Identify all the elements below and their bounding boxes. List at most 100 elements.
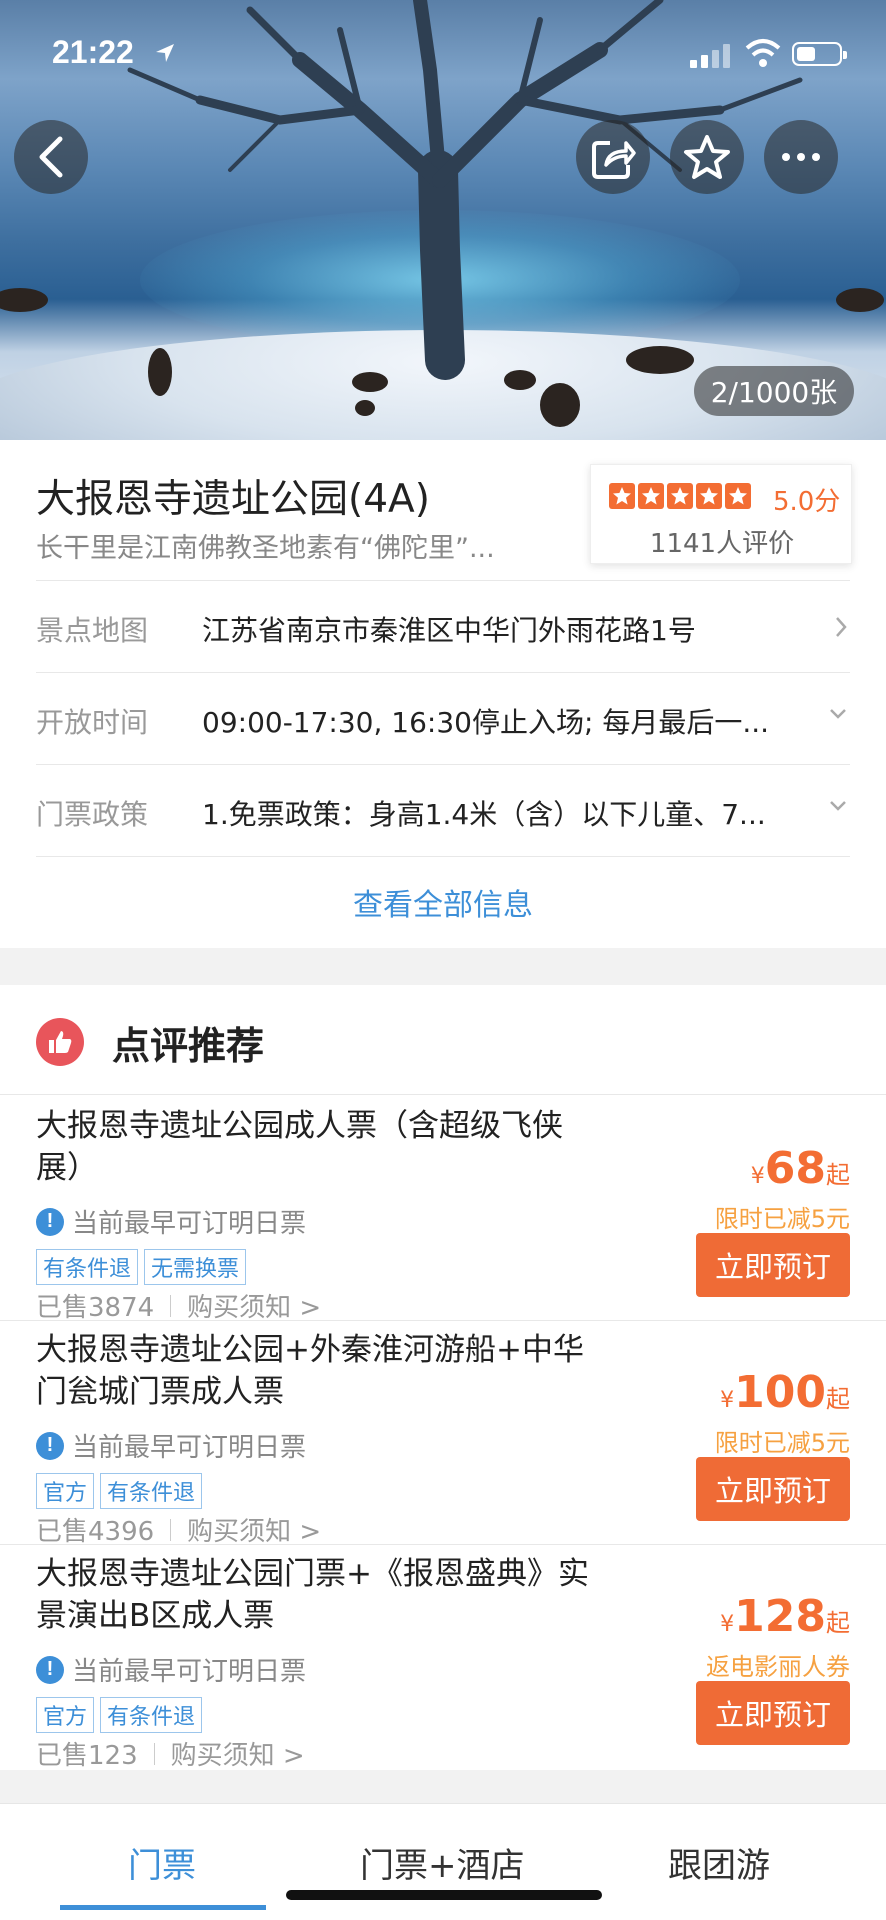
purchase-notice-link[interactable]: 购买须知 >	[187, 1511, 321, 1548]
price-value: 128	[734, 1591, 826, 1642]
star-icon	[638, 483, 664, 509]
detail-value: 1.免票政策：身高1.4米（含）以下儿童、7...	[202, 798, 766, 831]
availability-text: 当前最早可订明日票	[72, 1657, 307, 1687]
currency-symbol: ¥	[720, 1612, 735, 1637]
status-bar: 21:22	[0, 0, 886, 100]
price-suffix: 起	[826, 1161, 850, 1189]
availability: ! 当前最早可订明日票	[36, 1651, 306, 1688]
info-icon: !	[36, 1655, 64, 1684]
sold-info: 已售123 购买须知 >	[36, 1735, 305, 1772]
info-icon: !	[36, 1207, 64, 1236]
chevron-right-icon	[836, 617, 847, 637]
detail-label: 景点地图	[36, 614, 149, 647]
clock: 21:22	[52, 34, 134, 70]
detail-value: 江苏省南京市秦淮区中华门外雨花路1号	[202, 614, 696, 647]
share-button[interactable]	[576, 120, 650, 194]
detail-label: 开放时间	[36, 706, 149, 739]
detail-label: 门票政策	[36, 798, 149, 831]
hero-photo[interactable]: 21:22 2/1000张	[0, 0, 886, 440]
purchase-notice-link[interactable]: 购买须知 >	[187, 1287, 321, 1324]
star-icon	[696, 483, 722, 509]
wifi-icon	[745, 39, 781, 67]
rating-count: 1141人评价	[649, 529, 795, 559]
tab-ticket-hotel[interactable]: 门票+酒店	[360, 1838, 525, 1887]
page: 21:22 2/1000张 大报恩寺遗址公园(4A) 长干里是江南佛教圣地素有“…	[0, 0, 886, 1920]
ticket-tags: 有条件退 无需换票	[36, 1249, 247, 1285]
more-dots-icon	[782, 153, 820, 161]
sold-info: 已售4396 购买须知 >	[36, 1511, 321, 1548]
availability: ! 当前最早可订明日票	[36, 1203, 306, 1240]
tag: 官方	[36, 1697, 95, 1733]
star-icon	[609, 483, 635, 509]
attraction-subtitle[interactable]: 长干里是江南佛教圣地素有“佛陀里”...	[36, 526, 536, 565]
tag: 有条件退	[100, 1473, 203, 1509]
chevron-down-icon	[830, 709, 846, 719]
info-icon: !	[36, 1431, 64, 1460]
tag: 官方	[36, 1473, 95, 1509]
promo-text: 限时已减5元	[714, 1429, 850, 1457]
tab-group-tour[interactable]: 跟团游	[668, 1838, 770, 1887]
book-now-button[interactable]: 立即预订	[696, 1681, 850, 1745]
price-suffix: 起	[826, 1385, 850, 1413]
ticket-item[interactable]: 大报恩寺遗址公园成人票（含超级飞侠展） ! 当前最早可订明日票 有条件退 无需换…	[0, 1097, 886, 1324]
sold-info: 已售3874 购买须知 >	[36, 1287, 321, 1324]
section-title: 点评推荐	[112, 1024, 265, 1068]
ticket-name: 大报恩寺遗址公园+外秦淮河游船+中华门瓮城门票成人票	[36, 1332, 584, 1410]
detail-value: 09:00-17:30, 16:30停止入场; 每月最后一...	[202, 706, 770, 739]
cellular-signal-icon	[690, 44, 730, 68]
book-now-button[interactable]: 立即预订	[696, 1457, 850, 1521]
rating-stars	[609, 483, 751, 509]
purchase-notice-link[interactable]: 购买须知 >	[171, 1735, 305, 1772]
ticket-tags: 官方 有条件退	[36, 1473, 203, 1509]
ticket-item[interactable]: 大报恩寺遗址公园+外秦淮河游船+中华门瓮城门票成人票 ! 当前最早可订明日票 官…	[0, 1321, 886, 1548]
back-button[interactable]	[14, 120, 88, 194]
detail-row-policy[interactable]: 门票政策 1.免票政策：身高1.4米（含）以下儿童、7...	[36, 764, 850, 856]
ticket-name: 大报恩寺遗址公园门票+《报恩盛典》实景演出B区成人票	[36, 1556, 589, 1634]
ticket-item[interactable]: 大报恩寺遗址公园门票+《报恩盛典》实景演出B区成人票 ! 当前最早可订明日票 官…	[0, 1545, 886, 1772]
sold-count: 已售4396	[36, 1517, 155, 1547]
battery-icon	[792, 42, 847, 66]
recommend-section: 点评推荐 大报恩寺遗址公园成人票（含超级飞侠展） ! 当前最早可订明日票 有条件…	[0, 985, 886, 1772]
availability-text: 当前最早可订明日票	[72, 1209, 307, 1239]
active-tab-indicator	[60, 1905, 266, 1910]
price-suffix: 起	[826, 1609, 850, 1637]
photo-counter: 2/1000张	[694, 366, 854, 416]
currency-symbol: ¥	[750, 1164, 765, 1189]
promo-text: 返电影丽人券	[706, 1653, 850, 1681]
availability: ! 当前最早可订明日票	[36, 1427, 306, 1464]
tag: 有条件退	[36, 1249, 139, 1285]
price-value: 100	[734, 1367, 826, 1418]
star-icon	[684, 135, 730, 179]
location-arrow-icon	[156, 44, 174, 62]
rating-score: 5.0分	[773, 487, 841, 517]
share-icon	[592, 141, 636, 179]
price: ¥68起	[751, 1143, 850, 1194]
recommend-header: 点评推荐	[0, 985, 886, 1095]
star-icon	[667, 483, 693, 509]
bottom-tab-bar: 门票 门票+酒店 跟团游	[0, 1803, 886, 1920]
ticket-name: 大报恩寺遗址公园成人票（含超级飞侠展）	[36, 1108, 563, 1186]
favorite-button[interactable]	[670, 120, 744, 194]
price-value: 68	[764, 1143, 826, 1194]
sold-count: 已售123	[36, 1741, 138, 1771]
star-icon	[725, 483, 751, 509]
currency-symbol: ¥	[720, 1388, 735, 1413]
sold-count: 已售3874	[36, 1293, 155, 1323]
chevron-down-icon	[830, 801, 846, 811]
attraction-info: 大报恩寺遗址公园(4A) 长干里是江南佛教圣地素有“佛陀里”... 5.0分 1…	[0, 440, 886, 948]
rating-box[interactable]: 5.0分 1141人评价	[590, 464, 852, 564]
detail-row-map[interactable]: 景点地图 江苏省南京市秦淮区中华门外雨花路1号	[36, 580, 850, 672]
home-indicator[interactable]	[286, 1890, 602, 1900]
price: ¥100起	[720, 1367, 850, 1418]
divider	[36, 856, 850, 857]
page-title: 大报恩寺遗址公园(4A)	[36, 477, 430, 522]
view-all-info-link[interactable]: 查看全部信息	[0, 880, 886, 924]
book-now-button[interactable]: 立即预订	[696, 1233, 850, 1297]
tab-tickets[interactable]: 门票	[128, 1838, 196, 1887]
more-button[interactable]	[764, 120, 838, 194]
price: ¥128起	[720, 1591, 850, 1642]
detail-row-hours[interactable]: 开放时间 09:00-17:30, 16:30停止入场; 每月最后一...	[36, 672, 850, 764]
chevron-left-icon	[39, 136, 63, 178]
availability-text: 当前最早可订明日票	[72, 1433, 307, 1463]
ticket-tags: 官方 有条件退	[36, 1697, 203, 1733]
